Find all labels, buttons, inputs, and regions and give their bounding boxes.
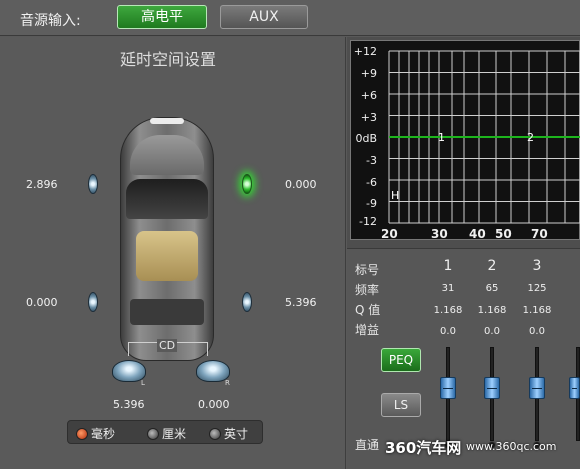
peq-button[interactable]: PEQ — [381, 348, 421, 372]
unit-inch-radio[interactable]: 英寸 — [209, 425, 248, 441]
band-q[interactable]: 1.168 — [517, 305, 557, 316]
eq-graph[interactable]: +12 +9 +6 +3 0dB -3 -6 -9 -12 20 30 40 5… — [350, 40, 580, 241]
unit-cm-label: 厘米 — [162, 427, 187, 441]
rear-right-speaker-icon[interactable] — [242, 290, 256, 314]
row-label-gain: 增益 — [355, 323, 380, 337]
row-label-freq: 频率 — [355, 283, 380, 297]
bypass-label: 直通 — [355, 438, 380, 452]
band-gain[interactable]: 0.0 — [428, 326, 468, 337]
band-gain-slider-knob[interactable] — [569, 377, 580, 399]
watermark-brand: 360汽车网 — [385, 439, 462, 457]
car-headlight — [150, 118, 184, 124]
band-number: 3 — [532, 258, 542, 274]
car-rear-window — [130, 299, 204, 325]
rear-left-delay-value: 0.000 — [26, 296, 58, 309]
aux-button[interactable]: AUX — [220, 5, 308, 29]
y-tick: -9 — [366, 197, 377, 210]
band-gain[interactable]: 0.0 — [517, 326, 557, 337]
band-number: 2 — [487, 258, 497, 274]
car-hood — [130, 135, 204, 175]
radio-icon — [209, 428, 221, 440]
band-gain-slider-knob[interactable] — [529, 377, 545, 399]
sub-left-tag: L — [141, 379, 145, 387]
band-gain[interactable]: 0.0 — [472, 326, 512, 337]
front-right-delay-value: 0.000 — [285, 178, 317, 191]
row-label-q: Q 值 — [355, 303, 381, 317]
unit-inch-label: 英寸 — [224, 427, 249, 441]
car-image — [112, 113, 222, 365]
center-label: CD — [157, 339, 178, 352]
watermark-url: www.360qc.com — [466, 440, 557, 453]
car-seats — [136, 231, 198, 281]
x-tick: 70 — [531, 227, 548, 241]
band-q[interactable]: 1.168 — [428, 305, 468, 316]
y-tick: -6 — [366, 176, 377, 189]
eq-panel: +12 +9 +6 +3 0dB -3 -6 -9 -12 20 30 40 5… — [347, 37, 580, 469]
delay-panel: 延时空间设置 2.896 0.000 0.000 5.396 CD L R 5.… — [0, 37, 346, 469]
front-right-speaker-icon[interactable] — [242, 172, 256, 196]
sub-left-delay-value: 5.396 — [113, 398, 145, 411]
eq-grid — [388, 50, 580, 224]
band-q[interactable]: 1.168 — [472, 305, 512, 316]
unit-selector: 毫秒 厘米 英寸 — [67, 420, 263, 444]
unit-cm-radio[interactable]: 厘米 — [147, 425, 186, 441]
band-freq[interactable]: 31 — [428, 283, 468, 294]
eq-point-label[interactable]: 2 — [527, 131, 534, 144]
y-tick: 0dB — [355, 132, 377, 145]
y-tick: +9 — [360, 67, 377, 80]
x-tick: 30 — [431, 227, 448, 241]
delay-panel-title: 延时空间设置 — [119, 50, 216, 69]
car-windshield — [126, 179, 208, 219]
x-tick: 40 — [469, 227, 486, 241]
front-left-delay-value: 2.896 — [26, 178, 58, 191]
x-tick: 20 — [381, 227, 398, 241]
radio-selected-icon — [76, 428, 88, 440]
band-gain-slider-knob[interactable] — [484, 377, 500, 399]
y-tick: +3 — [360, 111, 377, 124]
band-freq[interactable]: 65 — [472, 283, 512, 294]
radio-icon — [147, 428, 159, 440]
unit-ms-label: 毫秒 — [91, 427, 116, 441]
eq-marker-label: H — [391, 189, 400, 202]
ls-button[interactable]: LS — [381, 393, 421, 417]
rear-left-speaker-icon[interactable] — [84, 290, 98, 314]
y-tick: -3 — [366, 154, 377, 167]
band-freq[interactable]: 125 — [517, 283, 557, 294]
band-gain-slider-knob[interactable] — [440, 377, 456, 399]
eq-point-label[interactable]: 1 — [438, 131, 445, 144]
row-label-num: 标号 — [355, 263, 380, 277]
y-tick: +12 — [353, 45, 377, 58]
source-bar: 音源输入: 高电平 AUX — [0, 0, 580, 36]
y-tick: +6 — [360, 89, 377, 102]
sub-right-delay-value: 0.000 — [198, 398, 230, 411]
band-number: 1 — [443, 258, 453, 274]
sub-right-tag: R — [225, 379, 230, 387]
front-left-speaker-icon[interactable] — [84, 172, 98, 196]
y-tick: -12 — [359, 215, 377, 228]
high-level-button[interactable]: 高电平 — [117, 5, 207, 29]
unit-ms-radio[interactable]: 毫秒 — [76, 425, 115, 441]
source-label: 音源输入: — [20, 13, 81, 29]
rear-right-delay-value: 5.396 — [285, 296, 317, 309]
x-tick: 50 — [495, 227, 512, 241]
